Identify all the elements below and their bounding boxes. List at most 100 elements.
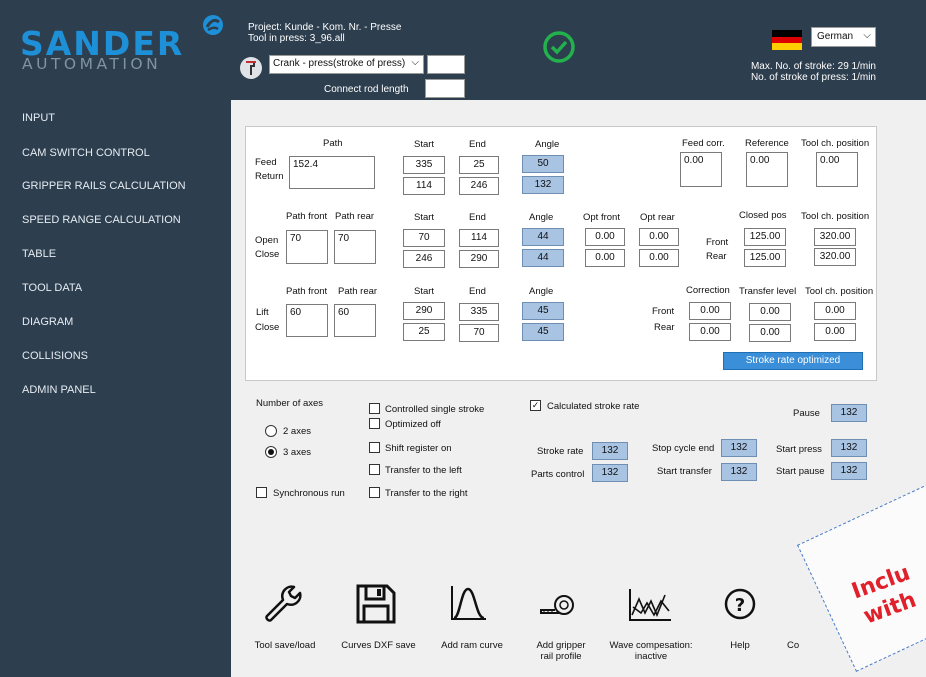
path-col-label: Path <box>323 138 343 149</box>
press-icon <box>240 57 262 79</box>
axes2-label: 2 axes <box>283 426 311 437</box>
lift-end-input[interactable]: 335 <box>459 303 499 321</box>
sync-label: Synchronous run <box>273 488 345 499</box>
lift-pathrear-input[interactable]: 60 <box>334 304 376 337</box>
press-type-select[interactable]: Crank - press(stroke of press) ⌵ <box>269 55 424 74</box>
transfer-level-label: Transfer level <box>739 286 797 297</box>
stroke-rate-value: 132 <box>592 442 628 460</box>
feed-end-input[interactable]: 25 <box>459 156 499 174</box>
pause-label: Pause <box>793 408 820 419</box>
transfer-left-checkbox[interactable] <box>369 464 380 475</box>
rear-transfer-input[interactable]: 0.00 <box>749 324 791 342</box>
open-angle-label: Angle <box>529 212 554 223</box>
lift-pathrear-label: Path rear <box>338 286 378 297</box>
calc-stroke-label: Calculated stroke rate <box>547 401 640 412</box>
feed-start-input[interactable]: 335 <box>403 156 445 174</box>
open-pathrear-label: Path rear <box>335 211 375 222</box>
sidebar-item-admin[interactable]: ADMIN PANEL <box>22 384 96 396</box>
rear-lift-toolch-input[interactable]: 0.00 <box>814 323 856 341</box>
rear-closedpos-input[interactable]: 125.00 <box>744 249 786 267</box>
transfer-right-label: Transfer to the right <box>385 488 468 499</box>
return-start-input[interactable]: 114 <box>403 177 445 195</box>
open-end-input[interactable]: 114 <box>459 229 499 247</box>
open-rear-label: Rear <box>706 251 727 262</box>
wave-compensation-icon[interactable] <box>627 587 673 623</box>
lift-start-input[interactable]: 290 <box>403 302 445 320</box>
feed-row-label: Feed <box>255 157 277 168</box>
wave-label-2: inactive <box>634 651 668 662</box>
tool-save-label: Tool save/load <box>254 640 316 651</box>
reference-input[interactable]: 0.00 <box>746 152 788 187</box>
close-end-input[interactable]: 290 <box>459 250 499 268</box>
wrench-icon[interactable] <box>261 582 305 622</box>
main-content: Path Start End Angle Feed Return 152.4 3… <box>231 100 926 677</box>
shift-checkbox[interactable] <box>369 442 380 453</box>
optfront-label: Opt front <box>583 212 620 223</box>
shift-label: Shift register on <box>385 443 452 454</box>
ram-curve-label: Add ram curve <box>441 640 503 651</box>
transfer-right-checkbox[interactable] <box>369 487 380 498</box>
angle-col-label: Angle <box>535 139 560 150</box>
parameters-panel: Path Start End Angle Feed Return 152.4 3… <box>245 126 877 381</box>
reference-label: Reference <box>745 138 789 149</box>
open-optfront-input[interactable]: 0.00 <box>585 228 625 246</box>
connect-rod-input[interactable] <box>425 79 465 98</box>
stop-cycle-label: Stop cycle end <box>652 443 715 454</box>
language-select[interactable]: German ⌵ <box>811 27 876 47</box>
lift-close-start-input[interactable]: 25 <box>403 323 445 341</box>
lift-toolch-label: Tool ch. position <box>805 286 874 297</box>
sidebar-item-collisions[interactable]: COLLISIONS <box>22 350 88 362</box>
front-lift-toolch-input[interactable]: 0.00 <box>814 302 856 320</box>
sidebar-item-diagram[interactable]: DIAGRAM <box>22 316 73 328</box>
feedcorr-label: Feed corr. <box>682 138 725 149</box>
axes3-radio[interactable] <box>265 446 277 458</box>
open-optrear-input[interactable]: 0.00 <box>639 228 679 246</box>
return-end-input[interactable]: 246 <box>459 177 499 195</box>
close-angle-value: 44 <box>522 249 564 267</box>
pause-value: 132 <box>831 404 867 422</box>
axes2-radio[interactable] <box>265 425 277 437</box>
lift-angle-label: Angle <box>529 286 554 297</box>
save-icon[interactable] <box>355 583 397 625</box>
sidebar-item-tool-data[interactable]: TOOL DATA <box>22 282 82 294</box>
rear-correction-input[interactable]: 0.00 <box>689 323 731 341</box>
open-pathfront-input[interactable]: 70 <box>286 230 328 264</box>
press-type-value-input[interactable] <box>427 55 465 74</box>
stroke-rate-optimized-button[interactable]: Stroke rate optimized <box>723 352 863 370</box>
sidebar-item-cam-switch[interactable]: CAM SWITCH CONTROL <box>22 147 150 159</box>
front-toolch-input[interactable]: 320.00 <box>814 228 856 246</box>
max-stroke-label: Max. No. of stroke: 29 1/min <box>750 61 876 72</box>
ram-curve-icon[interactable] <box>448 583 490 623</box>
german-flag-icon <box>772 30 802 50</box>
start-press-label: Start press <box>776 444 822 455</box>
feed-path-input[interactable]: 152.4 <box>289 156 375 189</box>
help-icon[interactable]: ? <box>723 587 757 621</box>
front-correction-input[interactable]: 0.00 <box>689 302 731 320</box>
sidebar-item-table[interactable]: TABLE <box>22 248 56 260</box>
open-pathrear-input[interactable]: 70 <box>334 230 376 264</box>
rear-toolch-input[interactable]: 320.00 <box>814 248 856 266</box>
connect-rod-label: Connect rod length <box>324 84 409 95</box>
front-closedpos-input[interactable]: 125.00 <box>744 228 786 246</box>
sidebar-item-gripper[interactable]: GRIPPER RAILS CALCULATION <box>22 180 186 192</box>
sidebar-item-speed[interactable]: SPEED RANGE CALCULATION <box>22 214 181 226</box>
language-value: German <box>817 31 854 42</box>
feedcorr-input[interactable]: 0.00 <box>680 152 722 187</box>
transfer-left-label: Transfer to the left <box>385 465 462 476</box>
lift-pathfront-input[interactable]: 60 <box>286 304 328 337</box>
calc-stroke-checkbox[interactable]: ✓ <box>530 400 541 411</box>
front-transfer-input[interactable]: 0.00 <box>749 303 791 321</box>
lift-close-angle-value: 45 <box>522 323 564 341</box>
sidebar-item-input[interactable]: INPUT <box>22 112 55 124</box>
close-optfront-input[interactable]: 0.00 <box>585 249 625 267</box>
close-optrear-input[interactable]: 0.00 <box>639 249 679 267</box>
close-start-input[interactable]: 246 <box>403 250 445 268</box>
open-start-input[interactable]: 70 <box>403 229 445 247</box>
sync-checkbox[interactable] <box>256 487 267 498</box>
toolch-input[interactable]: 0.00 <box>816 152 858 187</box>
optimized-off-checkbox[interactable] <box>369 418 380 429</box>
tape-measure-icon[interactable] <box>539 594 575 618</box>
controlled-checkbox[interactable] <box>369 403 380 414</box>
lift-close-end-input[interactable]: 70 <box>459 324 499 342</box>
num-stroke-label: No. of stroke of press: 1/min <box>750 72 876 83</box>
